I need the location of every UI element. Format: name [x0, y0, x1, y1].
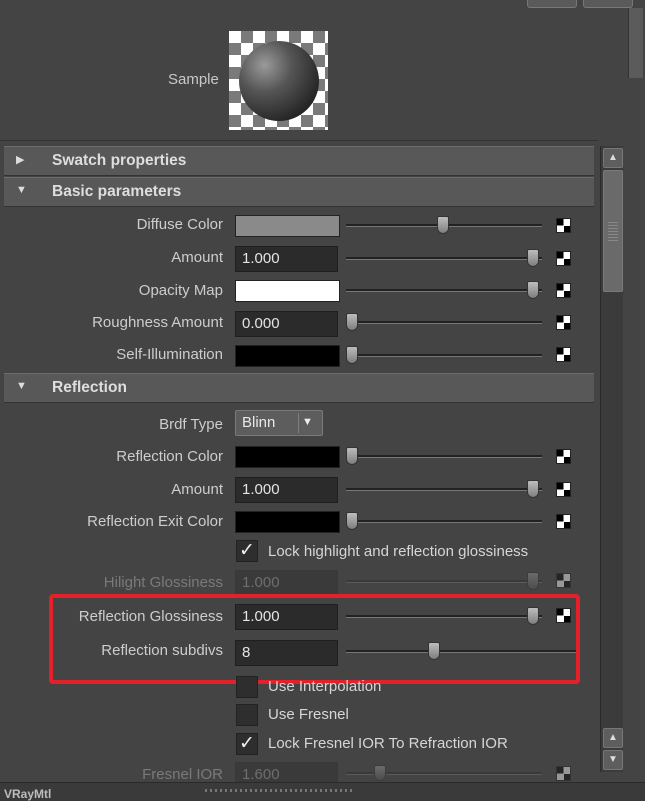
outer-scrollbar[interactable]	[628, 8, 643, 78]
section-title: Basic parameters	[52, 183, 182, 200]
roughness-amount-field[interactable]: 0.000	[235, 311, 338, 337]
reflection-glossiness-label: Reflection Glossiness	[78, 608, 223, 625]
reflection-subdivs-field[interactable]: 8	[235, 640, 338, 666]
amount-slider[interactable]	[346, 257, 542, 260]
scroll-up-arrow-icon-bottom[interactable]: ▲	[603, 728, 623, 748]
lock-fresnel-ior-checkbox[interactable]: ✓	[236, 733, 258, 755]
reflection-subdivs-slider-handle[interactable]	[428, 642, 440, 660]
scroll-thumb[interactable]	[603, 170, 623, 292]
hilight-glossiness-slider-handle	[527, 572, 539, 590]
attribute-scrollbar[interactable]: ▲ ▲ ▼	[600, 146, 623, 772]
checker-map-icon[interactable]	[556, 251, 571, 266]
grip-icon	[608, 221, 618, 241]
reflection-exit-color-swatch[interactable]	[235, 511, 340, 533]
self-illumination-slider[interactable]	[346, 354, 542, 357]
scroll-up-arrow-icon[interactable]: ▲	[603, 148, 623, 168]
roughness-amount-slider[interactable]	[346, 321, 542, 324]
self-illumination-label: Self-Illumination	[116, 346, 223, 363]
reflection-color-label: Reflection Color	[116, 448, 223, 465]
self-illumination-swatch[interactable]	[235, 345, 340, 367]
dropdown-separator	[298, 413, 299, 433]
brdf-type-dropdown[interactable]: Blinn ▼	[235, 410, 323, 436]
fresnel-ior-field: 1.600	[235, 762, 338, 783]
opacity-map-slider-handle[interactable]	[527, 281, 539, 299]
hilight-glossiness-label: Hilight Glossiness	[103, 574, 223, 591]
bottom-status-bar: VRayMtl	[0, 782, 645, 801]
checker-map-icon	[556, 766, 571, 781]
roughness-amount-slider-handle[interactable]	[346, 313, 358, 331]
reflection-amount-field[interactable]: 1.000	[235, 477, 338, 503]
reflection-glossiness-slider-handle[interactable]	[527, 607, 539, 625]
diffuse-color-slider-handle[interactable]	[437, 216, 449, 234]
top-tool-button-1[interactable]	[527, 0, 577, 8]
reflection-amount-label: Amount	[171, 481, 223, 498]
sample-label: Sample	[168, 71, 219, 88]
reflection-color-slider[interactable]	[346, 455, 542, 458]
checker-map-icon[interactable]	[556, 218, 571, 233]
brdf-type-value: Blinn	[242, 414, 276, 431]
section-title: Swatch properties	[52, 152, 187, 169]
triangle-down-icon: ▼	[16, 380, 27, 392]
hilight-glossiness-slider	[346, 580, 542, 583]
section-basic-parameters[interactable]: ▼ Basic parameters	[4, 177, 594, 207]
checker-map-icon[interactable]	[556, 315, 571, 330]
reflection-exit-color-slider-handle[interactable]	[346, 512, 358, 530]
checker-map-icon[interactable]	[556, 347, 571, 362]
amount-label: Amount	[171, 249, 223, 266]
checker-map-icon	[556, 573, 571, 588]
self-illumination-slider-handle[interactable]	[346, 346, 358, 364]
top-tool-button-2[interactable]	[583, 0, 633, 8]
checkmark-icon: ✓	[239, 540, 255, 561]
amount-slider-handle[interactable]	[527, 249, 539, 267]
reflection-exit-color-slider[interactable]	[346, 520, 542, 523]
reflection-subdivs-label: Reflection subdivs	[101, 642, 223, 659]
opacity-map-swatch[interactable]	[235, 280, 340, 302]
lock-highlight-label: Lock highlight and reflection glossiness	[268, 543, 529, 560]
reflection-color-swatch[interactable]	[235, 446, 340, 468]
lock-highlight-checkbox[interactable]: ✓	[236, 540, 258, 562]
sample-sphere	[239, 41, 319, 121]
checker-map-icon[interactable]	[556, 608, 571, 623]
brdf-type-label: Brdf Type	[159, 416, 223, 433]
opacity-map-label: Opacity Map	[138, 282, 223, 299]
section-reflection[interactable]: ▼ Reflection	[4, 373, 594, 403]
opacity-map-slider[interactable]	[346, 289, 542, 292]
scroll-down-arrow-icon[interactable]: ▼	[603, 750, 623, 770]
lock-fresnel-ior-label: Lock Fresnel IOR To Refraction IOR	[268, 735, 508, 752]
checker-map-icon[interactable]	[556, 514, 571, 529]
fresnel-ior-label: Fresnel IOR	[142, 766, 223, 783]
use-interpolation-checkbox[interactable]	[236, 676, 258, 698]
triangle-right-icon: ▶	[16, 154, 25, 166]
reflection-amount-slider-handle[interactable]	[527, 480, 539, 498]
section-title: Reflection	[52, 379, 127, 396]
diffuse-color-swatch[interactable]	[235, 215, 340, 237]
reflection-amount-slider[interactable]	[346, 488, 542, 491]
checkmark-icon: ✓	[239, 733, 255, 754]
use-fresnel-label: Use Fresnel	[268, 706, 349, 723]
reflection-exit-color-label: Reflection Exit Color	[87, 513, 223, 530]
hilight-glossiness-field: 1.000	[235, 570, 338, 596]
footer-text: VRayMtl	[4, 787, 52, 801]
material-sample-swatch[interactable]	[229, 31, 328, 130]
use-interpolation-label: Use Interpolation	[268, 678, 382, 695]
fresnel-ior-slider-handle	[374, 765, 386, 781]
reflection-glossiness-field[interactable]: 1.000	[235, 604, 338, 630]
roughness-amount-label: Roughness Amount	[92, 314, 223, 331]
reflection-color-slider-handle[interactable]	[346, 447, 358, 465]
section-swatch-properties[interactable]: ▶ Swatch properties	[4, 146, 594, 176]
use-fresnel-checkbox[interactable]	[236, 704, 258, 726]
chevron-down-icon: ▼	[302, 416, 313, 428]
checker-map-icon[interactable]	[556, 482, 571, 497]
amount-field[interactable]: 1.000	[235, 246, 338, 272]
triangle-down-icon: ▼	[16, 184, 27, 196]
resize-grip-icon[interactable]	[205, 789, 355, 792]
diffuse-color-label: Diffuse Color	[136, 216, 223, 233]
reflection-subdivs-slider[interactable]	[346, 650, 578, 653]
checker-map-icon[interactable]	[556, 283, 571, 298]
reflection-glossiness-slider[interactable]	[346, 615, 542, 618]
checker-map-icon[interactable]	[556, 449, 571, 464]
